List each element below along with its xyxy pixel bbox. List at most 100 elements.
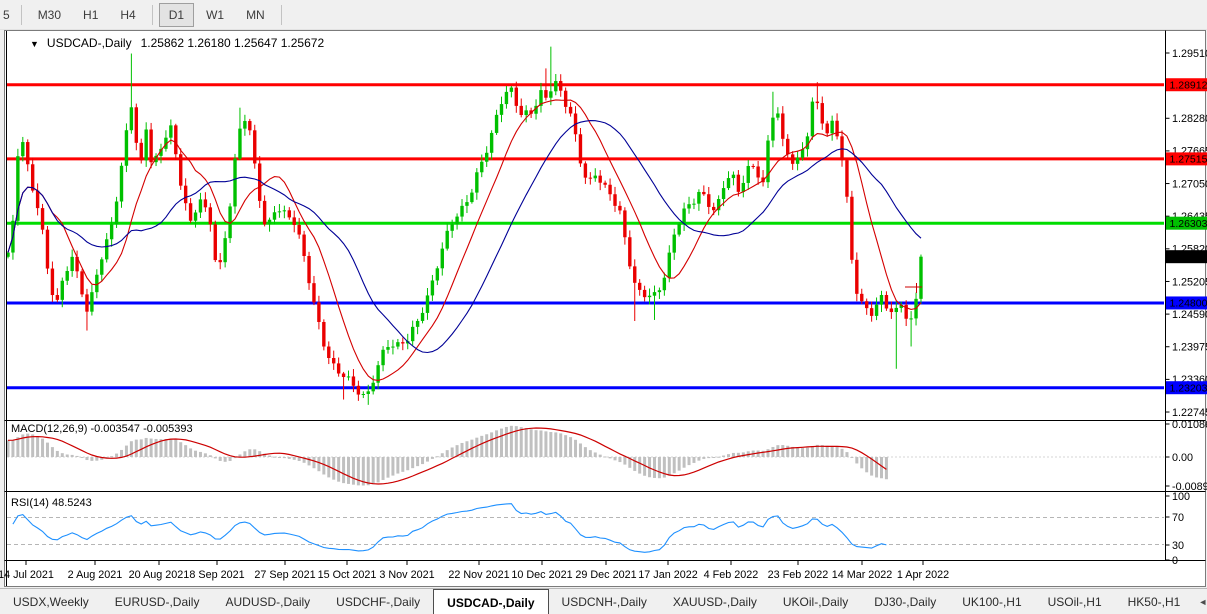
candle-body bbox=[781, 113, 785, 139]
candle-body bbox=[554, 81, 558, 92]
macd-histogram-bar bbox=[381, 457, 385, 480]
candle bbox=[810, 97, 815, 140]
timeframe-button-h4[interactable]: H4 bbox=[110, 3, 145, 27]
macd-histogram-bar bbox=[366, 457, 370, 486]
macd-histogram-bar bbox=[667, 457, 671, 476]
macd-histogram-bar bbox=[490, 432, 494, 457]
timeframe-button-w1[interactable]: W1 bbox=[196, 3, 234, 27]
candle bbox=[845, 158, 849, 203]
candle-body bbox=[593, 175, 597, 179]
chart-tab-usdx-weekly[interactable]: USDX,Weekly bbox=[0, 589, 102, 614]
candle-body bbox=[124, 130, 129, 166]
candle-body bbox=[356, 385, 361, 395]
candle-body bbox=[810, 101, 815, 137]
price-tick-label: 1.25205 bbox=[1172, 276, 1207, 288]
candle-body bbox=[795, 157, 800, 164]
macd-histogram-bar bbox=[504, 426, 508, 457]
macd-histogram-bar bbox=[277, 457, 281, 458]
candle-body bbox=[332, 358, 336, 364]
chart-tab-usdcnh-daily[interactable]: USDCNH-,Daily bbox=[549, 589, 660, 614]
chevron-down-icon[interactable]: ▼ bbox=[30, 39, 39, 49]
macd-histogram-bar bbox=[771, 446, 775, 457]
candle-body bbox=[662, 277, 667, 291]
macd-histogram-bar bbox=[875, 457, 879, 478]
candle-body bbox=[396, 342, 400, 347]
candle-body bbox=[884, 294, 889, 309]
macd-histogram-bar bbox=[554, 432, 558, 457]
chart-tab-hk50-h1[interactable]: HK50-,H1 bbox=[1115, 589, 1194, 614]
candle-body bbox=[302, 234, 306, 256]
macd-histogram-bar bbox=[717, 456, 721, 458]
candle-body bbox=[568, 106, 573, 114]
candle-body bbox=[223, 238, 227, 263]
macd-histogram-bar bbox=[371, 457, 375, 485]
macd-histogram-bar bbox=[574, 439, 578, 457]
tabs-scroll-controls: ◄► bbox=[1193, 589, 1207, 614]
chart-tab-xauusd-daily[interactable]: XAUUSD-,Daily bbox=[660, 589, 770, 614]
macd-histogram-bar bbox=[534, 430, 538, 457]
chart-tab-eurusd-daily[interactable]: EURUSD-,Daily bbox=[102, 589, 213, 614]
candle-body bbox=[578, 134, 583, 164]
macd-histogram-bar bbox=[475, 437, 479, 457]
macd-histogram-bar bbox=[524, 428, 528, 457]
chart-tab-audusd-daily[interactable]: AUDUSD-,Daily bbox=[212, 589, 323, 614]
macd-histogram-bar bbox=[134, 439, 138, 457]
timeframe-button-mn[interactable]: MN bbox=[236, 3, 275, 27]
timeframe-button-m30[interactable]: M30 bbox=[28, 3, 71, 27]
chart-tab-usdcad-daily[interactable]: USDCAD-,Daily bbox=[433, 589, 549, 614]
macd-histogram-bar bbox=[203, 453, 207, 457]
chart-canvas[interactable]: 1.295101.282801.276651.270501.264351.258… bbox=[0, 0, 1207, 614]
candle bbox=[179, 148, 183, 190]
candle-body bbox=[864, 301, 869, 309]
macd-histogram-bar bbox=[307, 457, 311, 466]
tabs-scroll-left-icon[interactable]: ◄ bbox=[1193, 595, 1207, 609]
chart-tab-ukoil-daily[interactable]: UKOil-,Daily bbox=[770, 589, 861, 614]
level-badge-label: 1.28912 bbox=[1170, 79, 1207, 91]
candle-body bbox=[825, 123, 829, 134]
candle-body bbox=[179, 154, 183, 186]
candle-body bbox=[90, 292, 94, 312]
macd-histogram-bar bbox=[741, 452, 745, 457]
price-tick-label: 1.24590 bbox=[1172, 309, 1207, 321]
candle-body bbox=[845, 160, 849, 197]
chart-tab-dj30-daily[interactable]: DJ30-,Daily bbox=[861, 589, 949, 614]
chart-tab-usoil-h1[interactable]: USOil-,H1 bbox=[1035, 589, 1115, 614]
macd-histogram-bar bbox=[430, 457, 434, 459]
candle-body bbox=[721, 188, 726, 200]
candle-body bbox=[771, 117, 775, 141]
date-tick-label: 3 Nov 2021 bbox=[379, 569, 434, 581]
candle-body bbox=[435, 268, 440, 281]
candle-body bbox=[322, 321, 326, 347]
candle-body bbox=[820, 103, 824, 124]
candle-body bbox=[869, 308, 874, 316]
macd-histogram-bar bbox=[860, 457, 864, 469]
candle-body bbox=[489, 132, 494, 153]
candle bbox=[213, 220, 217, 263]
candle-body bbox=[440, 248, 444, 269]
timeframe-button-5[interactable]: 5 bbox=[1, 3, 15, 27]
macd-histogram-bar bbox=[16, 437, 20, 457]
candle-body bbox=[341, 373, 346, 378]
macd-histogram-bar bbox=[154, 438, 158, 457]
candle-body bbox=[292, 217, 296, 225]
candle-body bbox=[455, 216, 459, 225]
candle-body bbox=[425, 295, 430, 313]
candle-body bbox=[114, 201, 119, 225]
candle bbox=[45, 225, 50, 275]
candle-body bbox=[144, 129, 148, 161]
macd-histogram-bar bbox=[248, 449, 252, 457]
macd-histogram-bar bbox=[549, 432, 553, 457]
candle-body bbox=[790, 154, 795, 164]
macd-histogram-bar bbox=[672, 457, 676, 474]
candle-body bbox=[786, 138, 790, 155]
chart-tab-usdchf-daily[interactable]: USDCHF-,Daily bbox=[323, 589, 433, 614]
candle-body bbox=[30, 164, 35, 191]
timeframe-button-d1[interactable]: D1 bbox=[158, 2, 195, 27]
candle bbox=[322, 319, 326, 351]
chart-tab-uk100-h1[interactable]: UK100-,H1 bbox=[949, 589, 1034, 614]
macd-histogram-bar bbox=[179, 442, 183, 457]
timeframe-button-h1[interactable]: H1 bbox=[73, 3, 108, 27]
price-tick-label: 1.28280 bbox=[1172, 113, 1207, 125]
macd-histogram-bar bbox=[55, 450, 59, 457]
candle-body bbox=[312, 283, 316, 303]
